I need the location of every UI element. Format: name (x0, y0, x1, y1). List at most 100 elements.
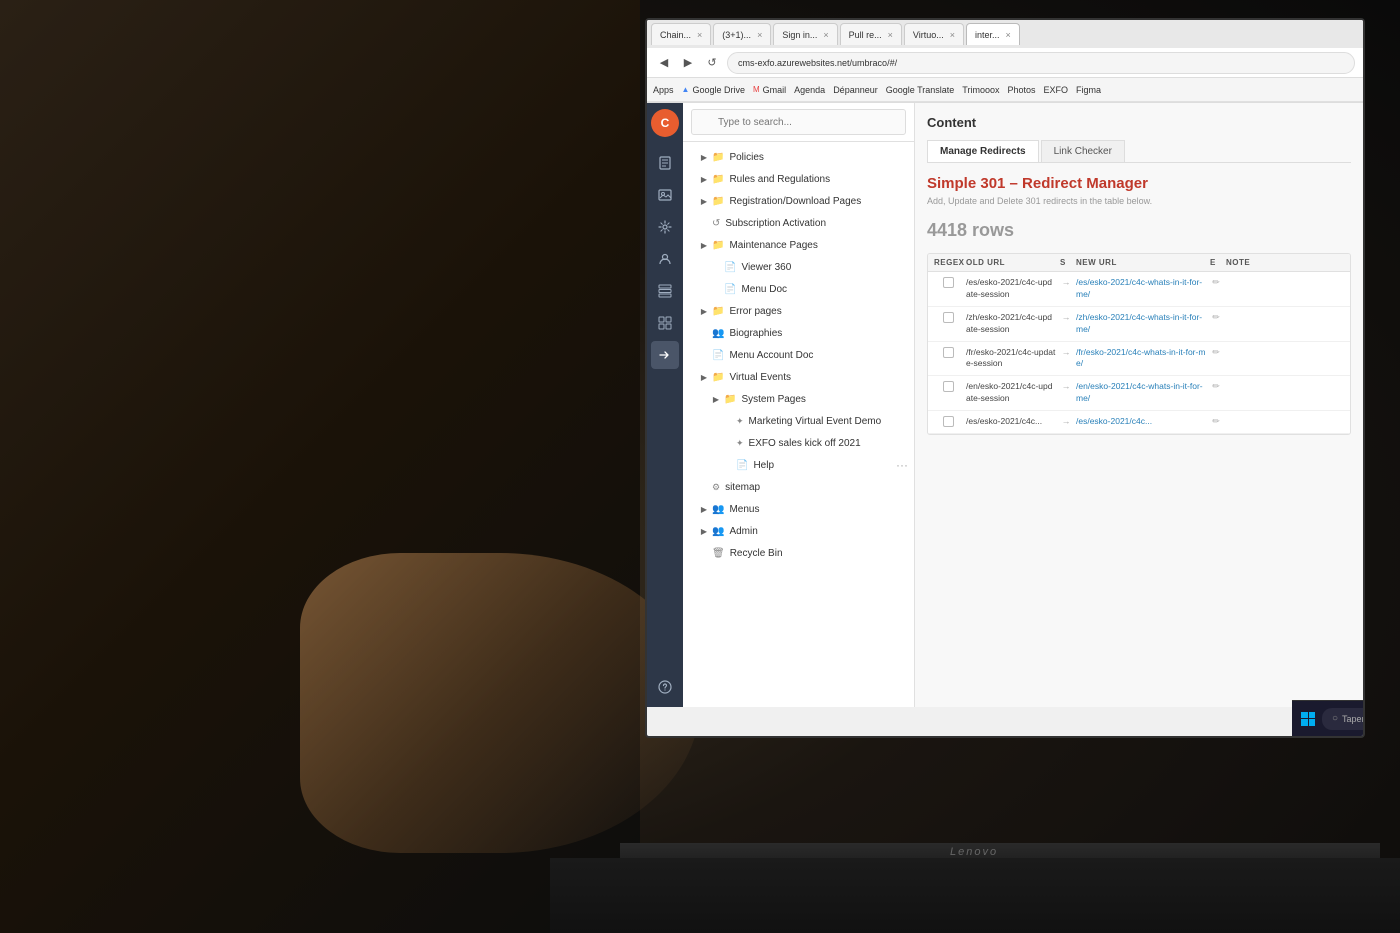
bookmark-gmail[interactable]: M Gmail (753, 85, 786, 95)
browser-tab-3[interactable]: Sign in... × (773, 23, 837, 45)
bookmark-figma[interactable]: Figma (1076, 85, 1101, 95)
icon-sidebar: C (647, 103, 683, 707)
checkbox-row3[interactable] (943, 347, 954, 358)
bookmark-exfo[interactable]: EXFO (1044, 85, 1069, 95)
arrow-icon-row5: → (1060, 416, 1072, 426)
refresh-button[interactable]: ↺ (703, 54, 721, 72)
tree-item-policies[interactable]: ▶ 📁 Policies (683, 146, 914, 168)
old-url-row5: /es/esko-2021/c4c... (966, 416, 1056, 428)
tab-close-5[interactable]: × (950, 30, 955, 40)
tree-item-menuaccount[interactable]: ▶ 📄 Menu Account Doc (683, 344, 914, 366)
tree-item-maintenance[interactable]: ▶ 📁 Maintenance Pages (683, 234, 914, 256)
edit-icon-row1[interactable]: ✏ (1210, 277, 1222, 288)
tab-manage-redirects[interactable]: Manage Redirects (927, 140, 1039, 162)
cms-logo[interactable]: C (651, 109, 679, 137)
bookmark-depanneur[interactable]: Dépanneur (833, 85, 878, 95)
table-row[interactable]: /es/esko-2021/c4c... → /es/esko-2021/c4c… (928, 411, 1350, 434)
tree-item-virtualevents[interactable]: ▶ 📁 Virtual Events (683, 366, 914, 388)
th-e: E (1210, 258, 1222, 267)
tree-item-errorpages[interactable]: ▶ 📁 Error pages (683, 300, 914, 322)
sidebar-icon-packages[interactable] (651, 309, 679, 337)
tab-label-2: (3+1)... (722, 30, 751, 40)
browser-tab-active[interactable]: inter... × (966, 23, 1020, 45)
edit-icon-row5[interactable]: ✏ (1210, 416, 1222, 427)
checkbox-row5[interactable] (943, 416, 954, 427)
tree-item-rules[interactable]: ▶ 📁 Rules and Regulations (683, 168, 914, 190)
tree-item-sitemap[interactable]: ▶ ⚙ sitemap (683, 476, 914, 498)
bookmark-photos[interactable]: Photos (1007, 85, 1035, 95)
bookmark-drive[interactable]: ▲ Google Drive (682, 85, 745, 95)
checkbox-row1[interactable] (943, 277, 954, 288)
tab-close-2[interactable]: × (757, 30, 762, 40)
search-input[interactable] (691, 109, 906, 135)
bookmark-apps[interactable]: Apps (653, 85, 674, 95)
tab-close-3[interactable]: × (823, 30, 828, 40)
tree-item-menus[interactable]: ▶ 👥 Menus (683, 498, 914, 520)
tree-arrow-errorpages: ▶ (699, 306, 709, 316)
tree-item-biographies[interactable]: ▶ 👥 Biographies (683, 322, 914, 344)
bookmark-agenda[interactable]: Agenda (794, 85, 825, 95)
edit-icon-row2[interactable]: ✏ (1210, 312, 1222, 323)
sidebar-icon-settings[interactable] (651, 213, 679, 241)
address-bar[interactable]: cms-exfo.azurewebsites.net/umbraco/#/ (727, 52, 1355, 74)
tab-close-4[interactable]: × (888, 30, 893, 40)
browser-tab-5[interactable]: Virtuo... × (904, 23, 964, 45)
tree-arrow-registration: ▶ (699, 196, 709, 206)
tree-content: ▶ 📁 Policies ▶ 📁 Rules and Regulations ▶… (683, 142, 914, 707)
table-row[interactable]: /fr/esko-2021/c4c-update-session → /fr/e… (928, 342, 1350, 377)
tree-item-exfosales[interactable]: ▶ ✦ EXFO sales kick off 2021 (683, 432, 914, 454)
forward-button[interactable]: ▶ (679, 54, 697, 72)
sidebar-icon-help[interactable] (651, 673, 679, 701)
tab-link-checker[interactable]: Link Checker (1041, 140, 1125, 162)
tree-item-registration[interactable]: ▶ 📁 Registration/Download Pages (683, 190, 914, 212)
sidebar-icon-pages[interactable] (651, 149, 679, 177)
tree-arrow-policies: ▶ (699, 152, 709, 162)
sidebar-icon-media[interactable] (651, 181, 679, 209)
checkbox-row2[interactable] (943, 312, 954, 323)
tab-label-5: Virtuo... (913, 30, 944, 40)
bookmark-drive-label: Google Drive (692, 85, 745, 95)
th-old-url: OLD URL (966, 258, 1056, 267)
bookmark-trimooox[interactable]: Trimooox (962, 85, 999, 95)
tab-close-1[interactable]: × (697, 30, 702, 40)
sidebar-icon-content-list[interactable] (651, 277, 679, 305)
th-regex: REGEX (934, 258, 962, 267)
sidebar-icon-users[interactable] (651, 245, 679, 273)
tab-close-active[interactable]: × (1006, 30, 1011, 40)
tree-label-admin: Admin (729, 526, 757, 537)
browser-tab-2[interactable]: (3+1)... × (713, 23, 771, 45)
tree-arrow-maintenance: ▶ (699, 240, 709, 250)
start-button[interactable] (1298, 709, 1318, 729)
tree-item-admin[interactable]: ▶ 👥 Admin (683, 520, 914, 542)
table-row[interactable]: /en/esko-2021/c4c-update-session → /en/e… (928, 376, 1350, 411)
tab-label-1: Chain... (660, 30, 691, 40)
tree-item-recyclebin[interactable]: ▶ 🗑 Recycle Bin (683, 542, 914, 564)
tree-item-subscription[interactable]: ▶ ↺ Subscription Activation (683, 212, 914, 234)
edit-icon-row3[interactable]: ✏ (1210, 347, 1222, 358)
folder-icon-virtualevents: 📁 (712, 372, 724, 383)
new-url-row3: /fr/esko-2021/c4c-whats-in-it-for-me/ (1076, 347, 1206, 371)
tree-label-maintenance: Maintenance Pages (729, 240, 817, 251)
tree-item-marketing[interactable]: ▶ ✦ Marketing Virtual Event Demo (683, 410, 914, 432)
three-dots-help[interactable]: ··· (896, 458, 908, 472)
tree-label-menudoc: Menu Doc (741, 284, 787, 295)
taskbar-search[interactable]: ○ Taper ici pour rechercher (1322, 708, 1365, 730)
browser-tab-4[interactable]: Pull re... × (840, 23, 902, 45)
table-row[interactable]: /zh/esko-2021/c4c-update-session → /zh/e… (928, 307, 1350, 342)
bookmark-translate[interactable]: Google Translate (886, 85, 955, 95)
edit-icon-row4[interactable]: ✏ (1210, 381, 1222, 392)
back-button[interactable]: ◀ (655, 54, 673, 72)
sidebar-icon-redirect[interactable] (651, 341, 679, 369)
bookmark-figma-label: Figma (1076, 85, 1101, 95)
tree-label-marketing: Marketing Virtual Event Demo (749, 416, 882, 427)
tree-item-systempages[interactable]: ▶ 📁 System Pages (683, 388, 914, 410)
table-row[interactable]: /es/esko-2021/c4c-update-session → /es/e… (928, 272, 1350, 307)
table-header: REGEX OLD URL S NEW URL E NOTE (928, 254, 1350, 272)
tree-item-menudoc[interactable]: ▶ 📄 Menu Doc (683, 278, 914, 300)
tree-item-viewer360[interactable]: ▶ 📄 Viewer 360 (683, 256, 914, 278)
browser-tab-1[interactable]: Chain... × (651, 23, 711, 45)
bookmarks-bar: Apps ▲ Google Drive M Gmail Agenda Dépan… (647, 78, 1363, 102)
checkbox-row4[interactable] (943, 381, 954, 392)
tree-item-help[interactable]: ▶ 📄 Help ··· (683, 454, 914, 476)
file-icon-viewer360: 📄 (724, 262, 736, 273)
